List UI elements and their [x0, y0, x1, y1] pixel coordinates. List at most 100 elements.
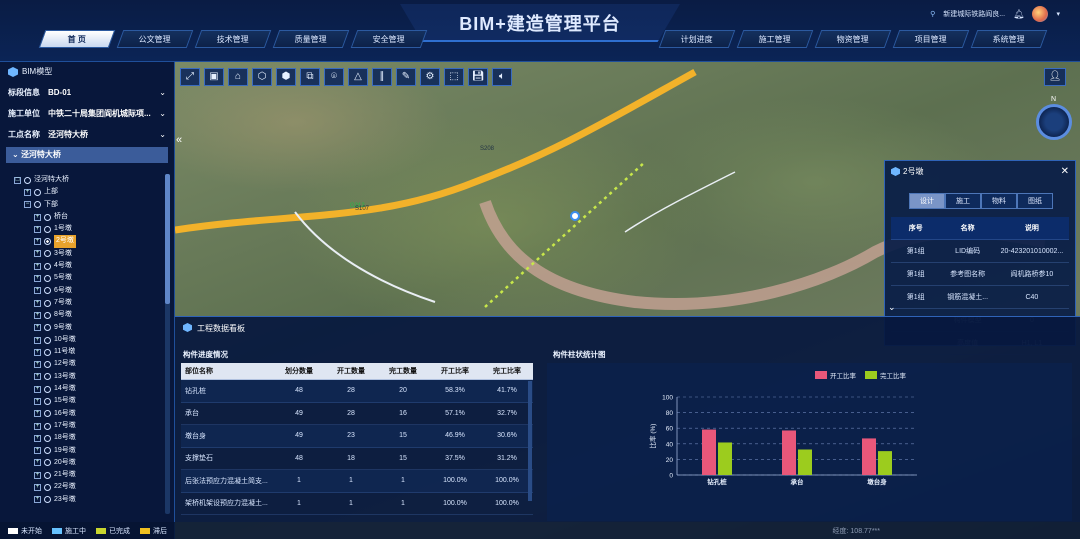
- expand-toggle-icon[interactable]: +: [34, 361, 41, 369]
- tree-node[interactable]: +13号墩: [6, 371, 166, 383]
- user-view-button[interactable]: 👤︎: [1044, 68, 1066, 86]
- tab-design[interactable]: 设计: [909, 193, 945, 209]
- gear-icon[interactable]: ⚙: [420, 68, 440, 86]
- nav-system[interactable]: 系统管理: [970, 30, 1048, 48]
- legend-item[interactable]: 滞后: [140, 526, 167, 536]
- expand-toggle-icon[interactable]: +: [34, 471, 41, 479]
- expand-toggle-icon[interactable]: +: [34, 311, 41, 319]
- popup-row[interactable]: 第1组 LID编码 20-423201010002...: [891, 240, 1069, 263]
- expand-toggle-icon[interactable]: +: [34, 434, 41, 442]
- pier-marker[interactable]: [570, 211, 580, 221]
- radio-button[interactable]: [44, 250, 51, 258]
- radio-button[interactable]: [44, 287, 51, 295]
- radio-button[interactable]: [44, 262, 51, 270]
- section-select[interactable]: 标段信息 BD-01 ⌄: [0, 82, 174, 103]
- expand-toggle-icon[interactable]: +: [24, 188, 31, 196]
- nav-technical[interactable]: 技术管理: [194, 30, 272, 48]
- location-text[interactable]: 新建城际铁路阎良...: [943, 9, 1005, 19]
- compass-ring[interactable]: [1036, 104, 1072, 140]
- radio-button[interactable]: [44, 471, 51, 479]
- tree-node[interactable]: □ 泾河特大桥: [6, 174, 166, 186]
- tree-node[interactable]: +10号墩: [6, 334, 166, 346]
- box-icon[interactable]: ⬢: [276, 68, 296, 86]
- expand-toggle-icon[interactable]: +: [34, 299, 41, 307]
- radio-button[interactable]: [34, 201, 41, 209]
- expand-toggle-icon[interactable]: +: [34, 348, 41, 356]
- tree-node[interactable]: +4号墩: [6, 260, 166, 272]
- legend-item[interactable]: 已完成: [96, 526, 130, 536]
- table-row[interactable]: 支撑垫石 48 18 15 37.5% 31.2%: [181, 448, 533, 470]
- nav-schedule[interactable]: 计划进度: [658, 30, 736, 48]
- radio-button[interactable]: [44, 225, 51, 233]
- nav-quality[interactable]: 质量管理: [272, 30, 350, 48]
- table-row[interactable]: 钻孔桩 48 28 20 58.3% 41.7%: [181, 380, 533, 403]
- expand-toggle-icon[interactable]: +: [34, 324, 41, 332]
- radio-button[interactable]: [44, 238, 51, 246]
- expand-toggle-icon[interactable]: +: [34, 213, 41, 221]
- radio-button[interactable]: [44, 336, 51, 344]
- radio-button[interactable]: [44, 410, 51, 418]
- tree-node[interactable]: +20号墩: [6, 457, 166, 469]
- expand-toggle-icon[interactable]: +: [34, 410, 41, 418]
- marker-icon[interactable]: ⌾: [324, 68, 344, 86]
- save-icon[interactable]: 💾︎: [468, 68, 488, 86]
- expand-toggle-icon[interactable]: +: [34, 287, 41, 295]
- bell-icon[interactable]: 🔔︎: [1013, 9, 1024, 20]
- radio-button[interactable]: [44, 299, 51, 307]
- table-scrollbar[interactable]: [528, 381, 532, 501]
- close-icon[interactable]: ✕: [1061, 161, 1069, 183]
- nav-materials[interactable]: 物资管理: [814, 30, 892, 48]
- compass-control[interactable]: N: [1034, 96, 1074, 144]
- tree-node[interactable]: +18号墩: [6, 432, 166, 444]
- cube-icon[interactable]: ⬡: [252, 68, 272, 86]
- tree-node[interactable]: +7号墩: [6, 297, 166, 309]
- nav-documents[interactable]: 公文管理: [116, 30, 194, 48]
- collapse-panel-button[interactable]: «: [176, 134, 186, 148]
- radio-button[interactable]: [44, 484, 51, 492]
- tree-node[interactable]: − 下部: [6, 199, 166, 211]
- tree-scrollbar[interactable]: [165, 174, 170, 514]
- scroll-thumb[interactable]: [165, 174, 170, 304]
- table-row[interactable]: 墩台身 49 23 15 46.9% 30.6%: [181, 425, 533, 448]
- tree-node[interactable]: +1号墩: [6, 223, 166, 235]
- section-icon[interactable]: ⌂: [228, 68, 248, 86]
- expand-toggle-icon[interactable]: +: [34, 484, 41, 492]
- user-avatar[interactable]: [1032, 6, 1049, 22]
- tree-node[interactable]: +23号墩: [6, 494, 166, 506]
- ruler-icon[interactable]: ∥: [372, 68, 392, 86]
- radio-button[interactable]: [44, 385, 51, 393]
- site-select[interactable]: 工点名称 泾河特大桥 ⌄: [0, 124, 174, 145]
- expand-toggle-icon[interactable]: +: [34, 262, 41, 270]
- tree-node[interactable]: + 上部: [6, 186, 166, 198]
- expand-toggle-icon[interactable]: +: [34, 336, 41, 344]
- nav-projects[interactable]: 项目管理: [892, 30, 970, 48]
- measure-icon[interactable]: △: [348, 68, 368, 86]
- unit-select[interactable]: 施工单位 中铁二十局集团阎机城际项... ⌄: [0, 103, 174, 124]
- tree-header[interactable]: ⌄ 泾河特大桥: [6, 147, 168, 163]
- tree-node[interactable]: +8号墩: [6, 309, 166, 321]
- tree-node[interactable]: +3号墩: [6, 248, 166, 260]
- expand-toggle-icon[interactable]: +: [34, 250, 41, 258]
- layers-icon[interactable]: ⧉: [300, 68, 320, 86]
- expand-toggle-icon[interactable]: +: [34, 397, 41, 405]
- nav-safety[interactable]: 安全管理: [350, 30, 428, 48]
- popup-row[interactable]: 第1组 参考图名称 阎机路桥参10: [891, 263, 1069, 286]
- tree-node[interactable]: +22号墩: [6, 481, 166, 493]
- sound-icon[interactable]: 🔈︎: [492, 68, 512, 86]
- tree-node[interactable]: +14号墩: [6, 383, 166, 395]
- radio-button[interactable]: [44, 496, 51, 504]
- radio-button[interactable]: [44, 459, 51, 467]
- model-icon[interactable]: ⬚: [444, 68, 464, 86]
- tree-node[interactable]: +21号墩: [6, 469, 166, 481]
- radio-button[interactable]: [44, 311, 51, 319]
- legend-item[interactable]: 施工中: [52, 526, 86, 536]
- tree-node[interactable]: +16号墩: [6, 408, 166, 420]
- tree-node[interactable]: +9号墩: [6, 322, 166, 334]
- expand-toggle-icon[interactable]: +: [34, 238, 41, 246]
- table-row[interactable]: 架桥机架设预应力混凝土... 1 1 1 100.0% 100.0%: [181, 493, 533, 515]
- chevron-down-icon[interactable]: ⌄: [888, 302, 896, 313]
- radio-button[interactable]: [44, 422, 51, 430]
- radio-button[interactable]: [44, 447, 51, 455]
- radio-button[interactable]: [44, 348, 51, 356]
- radio-button[interactable]: [44, 373, 51, 381]
